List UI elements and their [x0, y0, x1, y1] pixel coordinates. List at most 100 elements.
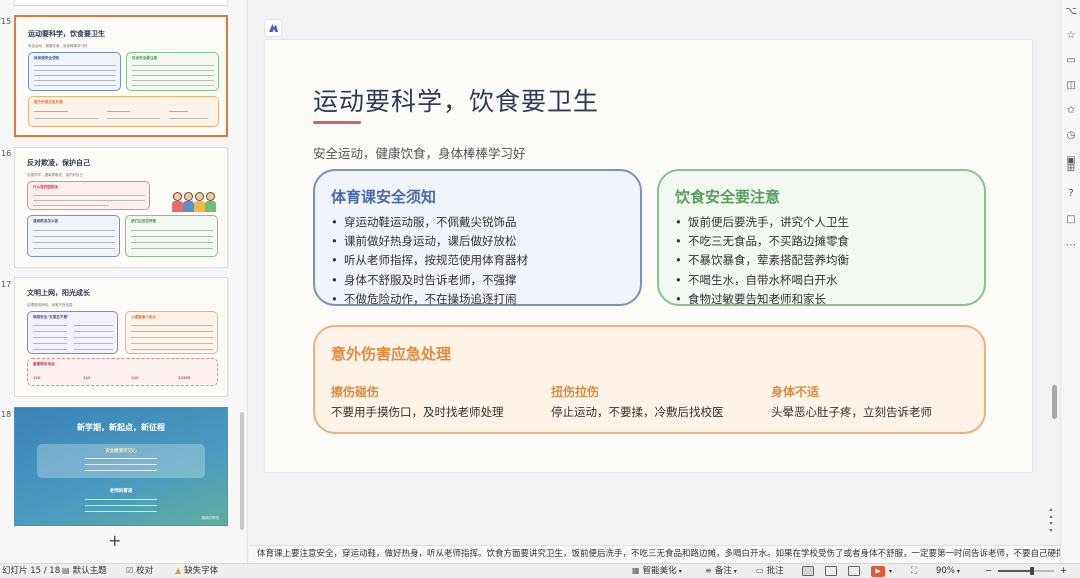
slide-thumbnail-17[interactable]: 文明上网，阳光成长 合理使用网络，远离不良信息 网络安全"五要五不要" 心理健康…	[14, 277, 228, 397]
magic-icon[interactable]: ⌥	[1065, 6, 1077, 17]
food-safety-card[interactable]: 饮食安全要注意 饭前便后要洗手，讲究个人卫生 不吃三无食品，不买路边摊零食 不暴…	[657, 169, 986, 306]
slide-thumbnail-15[interactable]: 运动要科学，饮食要卫生 安全运动，健康饮食，身体棒棒学习好 体育课安全须知 饮食…	[14, 15, 228, 137]
chevron-down-icon[interactable]: ▾	[889, 566, 892, 578]
current-slide[interactable]: 运动要科学，饮食要卫生 安全运动，健康饮食，身体棒棒学习好 体育课安全须知 穿运…	[265, 40, 1032, 472]
previous-slide-thumbnail-edge[interactable]	[14, 0, 228, 6]
list-item: 不喝生水，自带水杯喝白开水	[675, 271, 849, 290]
reading-view-button[interactable]	[848, 566, 860, 576]
beautify-button[interactable]: ▦ 智能美化 ▾	[632, 565, 682, 578]
thumbnail-signature: 最美的寄语	[201, 516, 220, 520]
normal-view-button[interactable]	[802, 566, 814, 576]
thumbnail-card: 重要联系电话 110 119 120 12355	[27, 358, 218, 386]
comments-label: 批注	[766, 566, 784, 576]
slide-thumbnail-18[interactable]: 新学期，新起点，新征程 安全教育牢记心 老师的寄语 最美的寄语	[14, 407, 228, 526]
layers-icon[interactable]: ◫	[1065, 80, 1077, 91]
thumbnail-number: 15	[1, 17, 12, 26]
proofread-button[interactable]: ☑ 校对	[126, 565, 153, 577]
add-slide-button[interactable]: +	[108, 533, 121, 549]
thumbnail-card-title: 重要联系电话	[33, 362, 55, 366]
thumbnail-subtitle: 合理使用网络，远离不良信息	[27, 303, 73, 307]
history-icon[interactable]: ◷	[1065, 130, 1077, 141]
emergency-item: 身体不适 头晕恶心肚子疼，立刻告诉老师	[771, 383, 932, 420]
emergency-card[interactable]: 意外伤害应急处理 擦伤碰伤 不要用手摸伤口，及时找老师处理 扭伤拉伤 停止运动，…	[313, 325, 986, 434]
thumbnail-card-title: 网络安全"五要五不要"	[33, 315, 70, 319]
thumbnail-phone: 120	[131, 376, 139, 380]
fit-window-icon[interactable]: ⛶	[911, 565, 917, 577]
zoom-out-button[interactable]: −	[985, 565, 992, 577]
theme-icon: ▤	[62, 566, 70, 575]
puzzle-icon[interactable]: ⊞	[1065, 163, 1077, 174]
chevron-down-icon: ▾	[733, 568, 737, 575]
star-icon[interactable]: ☆	[1065, 30, 1077, 41]
more-icon[interactable]: ⋯	[1065, 240, 1077, 251]
zoom-slider-handle[interactable]	[1029, 567, 1034, 575]
play-slideshow-button[interactable]: ▶	[871, 566, 885, 577]
slide-canvas: 运动要科学，饮食要卫生 安全运动，健康饮食，身体棒棒学习好 体育课安全须知 穿运…	[249, 0, 1060, 545]
star-outline-icon[interactable]: ✩	[1065, 105, 1077, 116]
thumbnail-phone: 119	[83, 376, 91, 380]
slide-counter: 幻灯片 15 / 18	[2, 566, 61, 576]
zoom-slider[interactable]	[998, 567, 1054, 575]
thumbnail-subheading: 老师的寄语	[109, 489, 133, 494]
comment-icon[interactable]: ▭	[1065, 55, 1077, 66]
proofread-label: 校对	[136, 566, 154, 576]
pe-safety-list: 穿运动鞋运动服，不佩戴尖锐饰品 课前做好热身运动，课后做好放松 听从老师指挥，按…	[331, 213, 528, 309]
wps-logo-icon[interactable]	[264, 19, 282, 37]
emergency-item-desc: 头晕恶心肚子疼，立刻告诉老师	[771, 405, 932, 419]
slide-thumbnail-16[interactable]: 反对欺凌，保护自己 友善同学，遇事勇敢说，保护好自己 什么是校园欺凌 遇到欺凌怎…	[14, 147, 228, 268]
thumbnail-card: 什么是校园欺凌	[27, 181, 150, 210]
zoom-level[interactable]: 90% ▾	[936, 565, 960, 578]
canvas-scrollbar[interactable]	[1052, 385, 1057, 419]
emergency-item-title: 身体不适	[771, 385, 820, 399]
thumbnail-card: 遇到欺凌怎么做	[27, 215, 120, 257]
list-item: 听从老师指挥，按规范使用体育器材	[331, 251, 528, 270]
speaker-notes[interactable]: 体育课上要注意安全，穿运动鞋，做好热身，听从老师指挥。饮食方面要讲究卫生，饭前便…	[249, 545, 1060, 563]
thumbnail-card: 意外伤害应急处理	[28, 96, 219, 127]
card-title: 饮食安全要注意	[675, 188, 781, 206]
food-safety-list: 饭前便后要洗手，讲究个人卫生 不吃三无食品，不买路边摊零食 不暴饮暴食，荤素搭配…	[675, 213, 849, 309]
zoom-value: 90%	[936, 566, 955, 576]
comments-icon: ▭	[756, 566, 764, 575]
theme-button[interactable]: ▤ 默认主题	[62, 565, 107, 577]
theme-label: 默认主题	[72, 566, 107, 576]
zoom-slider-fill	[998, 570, 1032, 572]
slide-subtitle[interactable]: 安全运动，健康饮食，身体棒棒学习好	[313, 143, 526, 162]
notes-button[interactable]: ≡ 备注 ▾	[705, 565, 737, 578]
proofread-icon: ☑	[126, 566, 134, 575]
message-icon[interactable]: □	[1065, 214, 1077, 225]
thumbnail-card: 饮食安全要注意	[126, 52, 219, 91]
thumbnail-card-title: 体育课安全须知	[34, 56, 60, 60]
help-icon[interactable]: ?	[1065, 188, 1077, 199]
thumbnail-title: 运动要科学，饮食要卫生	[28, 30, 105, 38]
thumbnail-scrollbar[interactable]	[240, 412, 244, 530]
list-item: 不吃三无食品，不买路边摊零食	[675, 232, 849, 251]
thumbnail-card: 体育课安全须知	[28, 52, 121, 91]
slide-title[interactable]: 运动要科学，饮食要卫生	[313, 82, 599, 118]
zoom-in-button[interactable]: +	[1060, 565, 1067, 577]
warning-icon: ▲	[175, 566, 182, 575]
emergency-item: 扭伤拉伤 停止运动，不要揉，冷敷后找校医	[551, 383, 724, 420]
grid-view-button[interactable]	[825, 566, 837, 576]
thumbnail-card-title: 饮食安全要注意	[132, 56, 158, 60]
list-item: 饭前便后要洗手，讲究个人卫生	[675, 213, 849, 232]
missing-font-button[interactable]: ▲ 缺失字体	[175, 565, 218, 577]
thumbnail-card: 我们应该这样做	[125, 215, 218, 257]
thumbnail-card-title: 安全教育牢记心	[105, 449, 137, 454]
list-item: 课前做好热身运动，课后做好放松	[331, 232, 528, 251]
thumbnail-card: 心理健康小贴士	[125, 311, 218, 354]
pe-safety-card[interactable]: 体育课安全须知 穿运动鞋运动服，不佩戴尖锐饰品 课前做好热身运动，课后做好放松 …	[313, 169, 642, 306]
list-item: 穿运动鞋运动服，不佩戴尖锐饰品	[331, 213, 528, 232]
list-item: 不暴饮暴食，荤素搭配营养均衡	[675, 251, 849, 270]
slide-nav-arrows[interactable]: ▴ ▴ ▾ ▾	[1046, 506, 1056, 534]
comments-button[interactable]: ▭ 批注	[756, 565, 784, 577]
thumbnail-card-title: 我们应该这样做	[131, 219, 157, 223]
thumbnail-subtitle: 友善同学，遇事勇敢说，保护好自己	[27, 173, 83, 177]
list-item: 身体不舒服及时告诉老师，不强撑	[331, 271, 528, 290]
thumbnail-phone: 12355	[178, 376, 191, 380]
card-title: 体育课安全须知	[331, 188, 437, 206]
thumbnail-title: 反对欺凌，保护自己	[27, 159, 90, 167]
thumbnail-title: 新学期，新起点，新征程	[77, 423, 165, 432]
thumbnail-card-title: 心理健康小贴士	[131, 315, 157, 319]
list-item: 食物过敏要告知老师和家长	[675, 290, 849, 309]
notes-label: 备注	[714, 566, 732, 576]
